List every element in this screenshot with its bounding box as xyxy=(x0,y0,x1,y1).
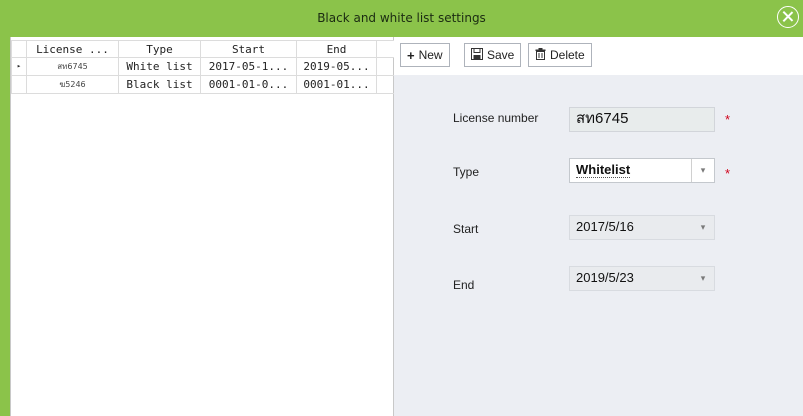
row-indicator-cell xyxy=(11,76,27,93)
new-button[interactable]: + New xyxy=(400,43,450,67)
type-select-value: Whitelist xyxy=(576,162,631,178)
save-button[interactable]: Save xyxy=(464,43,522,67)
header-indicator-cell xyxy=(11,41,27,57)
required-marker: * xyxy=(725,166,731,181)
plus-icon: + xyxy=(407,47,415,63)
table-row[interactable]: ฆ5246 Black list 0001-01-0... 0001-01... xyxy=(11,76,394,94)
trash-icon xyxy=(535,48,546,62)
cell-start[interactable]: 2017-05-1... xyxy=(201,58,297,75)
close-icon[interactable] xyxy=(777,6,799,28)
license-number-label: License number xyxy=(453,111,539,125)
cell-type[interactable]: White list xyxy=(119,58,201,75)
type-label: Type xyxy=(453,165,480,179)
column-header-license[interactable]: License ... xyxy=(27,41,119,57)
start-date-value: 2017/5/16 xyxy=(576,219,634,234)
row-pointer-icon: ▸ xyxy=(11,58,27,75)
start-label: Start xyxy=(453,222,479,236)
save-button-label: Save xyxy=(487,48,515,62)
settings-window: Black and white list settings License ..… xyxy=(0,0,803,416)
delete-button[interactable]: Delete xyxy=(528,43,592,67)
end-label: End xyxy=(453,278,475,292)
cell-end[interactable]: 0001-01... xyxy=(297,76,377,93)
table-row[interactable]: ▸ สท6745 White list 2017-05-1... 2019-05… xyxy=(11,58,394,76)
chevron-down-icon[interactable]: ▾ xyxy=(691,159,714,182)
type-select[interactable]: Whitelist ▾ xyxy=(569,158,715,183)
cell-license[interactable]: สท6745 xyxy=(27,58,119,75)
toolbar: + New Save Delete xyxy=(394,37,803,75)
column-header-type[interactable]: Type xyxy=(119,41,201,57)
cell-start[interactable]: 0001-01-0... xyxy=(201,76,297,93)
title-bar: Black and white list settings xyxy=(0,0,803,37)
grid-header: License ... Type Start End xyxy=(11,40,394,58)
new-button-label: New xyxy=(418,48,443,62)
end-date-value: 2019/5/23 xyxy=(576,270,634,285)
list-grid: License ... Type Start End ▸ สท6745 Whit… xyxy=(11,40,394,94)
start-date-select[interactable]: 2017/5/16 ▾ xyxy=(569,215,715,240)
delete-button-label: Delete xyxy=(550,48,585,62)
list-panel: License ... Type Start End ▸ สท6745 Whit… xyxy=(10,37,394,416)
edit-panel: + New Save Delete License number สท6745 … xyxy=(394,37,803,416)
license-number-field[interactable]: สท6745 xyxy=(569,107,715,132)
window-title: Black and white list settings xyxy=(317,11,486,25)
column-header-start[interactable]: Start xyxy=(201,41,297,57)
cell-type[interactable]: Black list xyxy=(119,76,201,93)
chevron-down-icon[interactable]: ▾ xyxy=(692,267,714,290)
cell-end[interactable]: 2019-05... xyxy=(297,58,377,75)
end-date-select[interactable]: 2019/5/23 ▾ xyxy=(569,266,715,291)
cell-license[interactable]: ฆ5246 xyxy=(27,76,119,93)
column-header-end[interactable]: End xyxy=(297,41,377,57)
chevron-down-icon[interactable]: ▾ xyxy=(692,216,714,239)
save-icon xyxy=(471,48,483,62)
required-marker: * xyxy=(725,112,731,127)
